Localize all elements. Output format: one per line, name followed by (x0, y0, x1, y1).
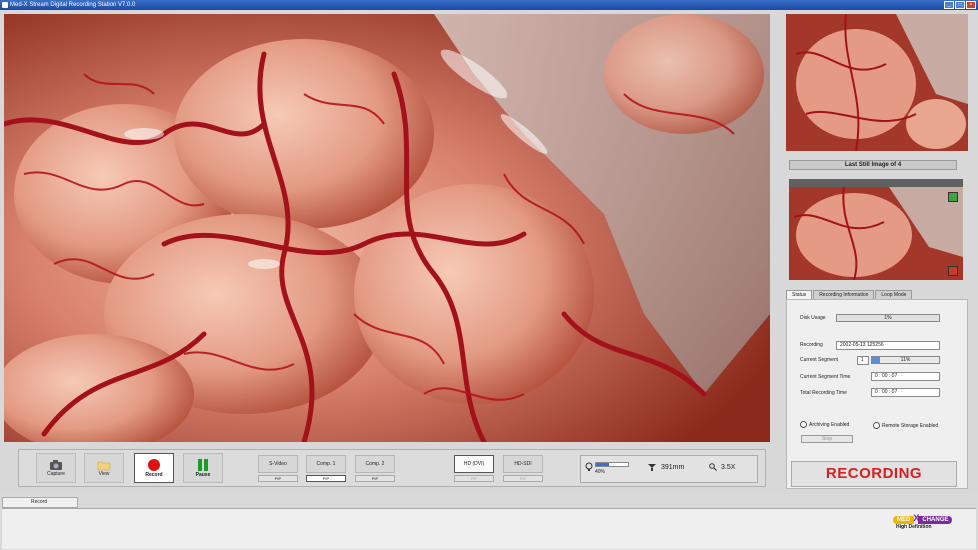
preview-brain-image (786, 14, 968, 151)
remote-storage-label: Remote Storage Enabled (882, 422, 939, 429)
camera-icon (50, 460, 62, 470)
live-video-feed (4, 14, 770, 442)
still-image-title: Last Still Image of 4 (789, 160, 957, 170)
disk-usage-bar: 1% (836, 314, 940, 322)
logo-change: CHANGE (918, 516, 953, 524)
medxchange-logo: MED X CHANGE High Definition (893, 513, 969, 537)
last-still-image[interactable] (789, 187, 963, 280)
folder-icon (97, 461, 111, 471)
capture-button[interactable]: Capture (36, 453, 76, 483)
logo-subtitle: High Definition (896, 524, 932, 530)
total-recording-time-field: 0 : 00 : 07 (871, 388, 940, 397)
app-icon (2, 2, 8, 8)
record-button[interactable]: Record (134, 453, 174, 483)
maximize-icon[interactable]: □ (955, 1, 965, 9)
disk-usage-label: Disk Usage (800, 315, 826, 321)
disk-usage-value: 1% (884, 315, 892, 321)
light-bulb-icon (585, 462, 593, 471)
focus-distance-icon (648, 464, 656, 471)
pip-hd-sdi-button[interactable]: PIP (503, 475, 543, 482)
pip-svideo-button[interactable]: PIP (258, 475, 298, 482)
preview-video-feed (786, 14, 968, 151)
pip-hd-dvi-button[interactable]: PIP (454, 475, 494, 482)
current-segment-field: 1 (857, 356, 869, 365)
pip-comp1-button[interactable]: PIP (306, 475, 346, 482)
camera-info-panel: 40% 391mm 3.5X (580, 455, 758, 483)
input-svideo-button[interactable]: S-Video (258, 455, 298, 473)
archiving-option[interactable]: Archiving Enabled (800, 421, 849, 428)
pause-label: Pause (195, 472, 211, 478)
still-brain-image (789, 187, 963, 280)
record-label: Record (145, 472, 163, 478)
recording-indicator: RECORDING (791, 461, 957, 487)
brain-surface-image (4, 14, 770, 442)
title-bar: Med-X Stream Digital Recording Station V… (0, 0, 978, 10)
current-segment-percent: 11% (900, 357, 911, 363)
current-segment-time-field: 0 : 00 : 07 (871, 372, 940, 381)
current-segment-label: Current Segment (800, 357, 839, 363)
input-hd-dvi-button[interactable]: HD (DVI) (454, 455, 494, 473)
total-recording-time-label: Total Recording Time (800, 390, 847, 396)
bottom-tab-content (2, 508, 976, 549)
window-controls: _ □ × (944, 1, 976, 9)
archiving-radio[interactable] (800, 421, 807, 428)
light-level-value: 40% (595, 469, 606, 475)
input-comp2-button[interactable]: Comp. 2 (355, 455, 395, 473)
input-comp1-button[interactable]: Comp. 1 (306, 455, 346, 473)
remote-storage-option[interactable]: Remote Storage Enabled (873, 422, 938, 429)
view-label: View (98, 471, 110, 477)
current-segment-fill (872, 357, 880, 363)
view-button[interactable]: View (84, 453, 124, 483)
window-title: Med-X Stream Digital Recording Station V… (10, 2, 136, 8)
minimize-icon[interactable]: _ (944, 1, 954, 9)
light-level-bar[interactable] (595, 462, 629, 467)
next-still-icon[interactable] (948, 192, 958, 202)
pip-comp2-button[interactable]: PIP (355, 475, 395, 482)
close-icon[interactable]: × (966, 1, 976, 9)
logo-med: MED (893, 516, 915, 524)
recording-field: 2002-05-13 125256 (836, 341, 940, 350)
distance-value: 391mm (661, 464, 685, 471)
remote-storage-radio[interactable] (873, 422, 880, 429)
still-image-header-strip (789, 179, 963, 187)
input-hd-sdi-button[interactable]: HD-SDI (503, 455, 543, 473)
capture-label: Capture (47, 471, 65, 477)
current-segment-time-label: Current Segment Time (800, 374, 851, 380)
pause-icon (198, 459, 208, 471)
current-segment-bar: 11% (871, 356, 940, 364)
recording-label: Recording (800, 342, 823, 348)
light-level-fill (596, 463, 609, 466)
archiving-label: Archiving Enabled (809, 421, 850, 428)
delete-still-icon[interactable] (948, 266, 958, 276)
pause-button[interactable]: Pause (183, 453, 223, 483)
record-icon (148, 459, 160, 471)
zoom-value: 3.5X (721, 464, 736, 471)
archive-action-button[interactable]: Stop (801, 435, 853, 443)
zoom-icon (709, 463, 717, 471)
tab-record[interactable]: Record (2, 497, 78, 508)
